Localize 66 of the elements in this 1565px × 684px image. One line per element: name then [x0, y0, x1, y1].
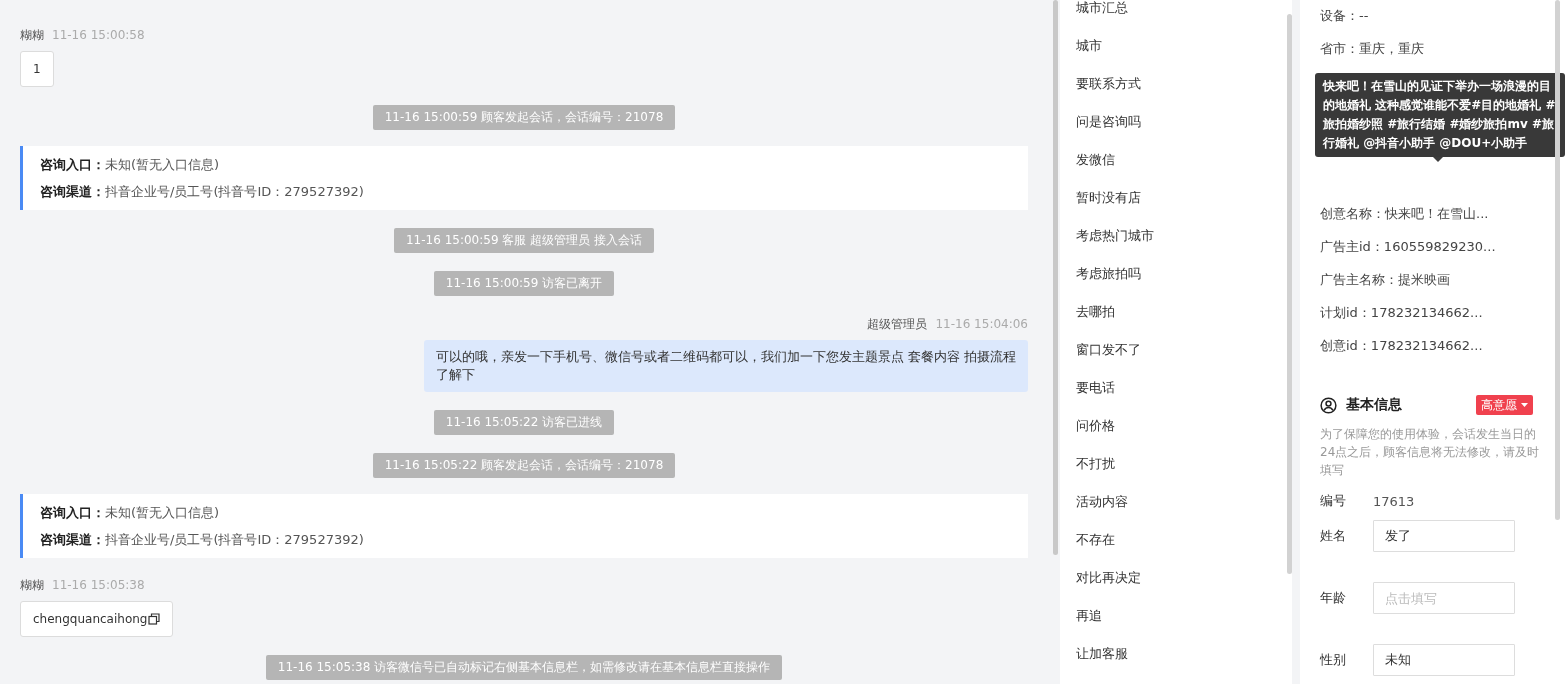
- quick-reply-item[interactable]: 城市汇总: [1060, 0, 1276, 27]
- message-time: 11-16 15:04:06: [935, 316, 1028, 332]
- message-time: 11-16 15:05:38: [52, 577, 145, 593]
- system-notice: 11-16 15:00:59 顾客发起会话，会话编号：21078: [372, 105, 676, 130]
- quick-reply-item[interactable]: 不存在: [1060, 521, 1276, 559]
- source-info-row-text: 广告主id：160559829230...: [1320, 238, 1497, 256]
- notice-text: 为了保障您的使用体验，会话发生当日的24点之后，顾客信息将无法修改，请及时填写: [1320, 426, 1541, 479]
- quick-reply-item[interactable]: 不打扰: [1060, 445, 1276, 483]
- field-label: 编号: [1320, 492, 1347, 510]
- info-value: 抖音企业号/员工号(抖音号ID：279527392): [105, 532, 364, 547]
- user-icon: [1320, 396, 1337, 414]
- quick-reply-item[interactable]: 问是咨询吗: [1060, 103, 1276, 141]
- quick-reply-item[interactable]: 窗口发不了: [1060, 331, 1276, 369]
- system-notice: 11-16 15:05:38 访客微信号已自动标记右侧基本信息栏，如需修改请在基本信息栏直接操作: [265, 655, 783, 680]
- input-field[interactable]: 点击填写: [1373, 582, 1515, 614]
- source-info-row-text: 广告主名称：提米映画: [1320, 271, 1451, 289]
- quick-reply-item[interactable]: 城市: [1060, 27, 1276, 65]
- system-notice: 11-16 15:00:59 访客已离开: [433, 271, 615, 296]
- source-info-row-text: 创意名称：快来吧！在雪山...: [1320, 205, 1490, 223]
- field-label: 年龄: [1320, 589, 1347, 607]
- quick-reply-item[interactable]: 考虑热门城市: [1060, 217, 1276, 255]
- quick-reply-item[interactable]: 要联系方式: [1060, 65, 1276, 103]
- quick-reply-item[interactable]: 发微信: [1060, 141, 1276, 179]
- system-notice: 11-16 15:00:59 客服 超级管理员 接入会话: [394, 228, 654, 253]
- info-label: 咨询入口：: [40, 157, 105, 172]
- info-value: 未知(暂无入口信息): [105, 505, 220, 520]
- quick-reply-item[interactable]: 考虑旅拍吗: [1060, 255, 1276, 293]
- creative-name-tooltip: 快来吧！在雪山的见证下举办一场浪漫的目的地婚礼 这种感觉谁能不爱#目的地婚礼 #旅拍婚纱照 #旅行结婚 #婚纱旅拍mv #旅行婚礼 @抖音小助手 @DOU+小助手: [1315, 73, 1565, 162]
- copy-icon[interactable]: [148, 613, 161, 625]
- sender-name: 糊糊: [20, 577, 44, 593]
- message-text: 1: [33, 61, 41, 78]
- quick-reply-item[interactable]: 问价格: [1060, 407, 1276, 445]
- source-info-row-text: 设备：--: [1320, 7, 1370, 25]
- quick-reply-item[interactable]: 去哪拍: [1060, 293, 1276, 331]
- scrollbar-thumb[interactable]: [1555, 0, 1560, 520]
- sender-name: 超级管理员: [867, 316, 928, 332]
- section-title: 基本信息: [1346, 396, 1402, 414]
- field-label: 姓名: [1320, 527, 1347, 545]
- source-info-row-text: 计划id：178232134662...: [1320, 304, 1484, 322]
- info-label: 咨询渠道：: [40, 532, 105, 547]
- quick-reply-item[interactable]: 暂时没有店: [1060, 179, 1276, 217]
- input-field[interactable]: 发了: [1373, 520, 1515, 552]
- field-value: 17613: [1373, 493, 1415, 509]
- field-label: 性别: [1320, 651, 1347, 669]
- source-info-row-text: 省市：重庆，重庆: [1320, 40, 1425, 58]
- system-notice: 11-16 15:05:22 顾客发起会话，会话编号：21078: [372, 453, 676, 478]
- quick-reply-item[interactable]: 活动内容: [1060, 483, 1276, 521]
- scrollbar-thumb[interactable]: [1053, 0, 1058, 555]
- info-value: 抖音企业号/员工号(抖音号ID：279527392): [105, 184, 364, 199]
- system-notice: 11-16 15:05:22 访客已进线: [433, 410, 615, 435]
- quick-reply-item[interactable]: 对比再决定: [1060, 559, 1276, 597]
- info-value: 未知(暂无入口信息): [105, 157, 220, 172]
- intent-dropdown[interactable]: 高意愿: [1476, 395, 1533, 415]
- message-text: chengquancaihong: [33, 611, 148, 628]
- input-field[interactable]: 未知: [1373, 644, 1515, 676]
- scrollbar-thumb[interactable]: [1287, 14, 1292, 574]
- message-time: 11-16 15:00:58: [52, 27, 145, 43]
- message-bubble: 可以的哦，亲发一下手机号、微信号或者二维码都可以，我们加一下您发主题景点 套餐内容 拍摄流程了解下: [424, 340, 1028, 392]
- sender-name: 糊糊: [20, 27, 44, 43]
- quick-reply-item[interactable]: 再追: [1060, 597, 1276, 635]
- quick-reply-item[interactable]: 要电话: [1060, 369, 1276, 407]
- info-label: 咨询入口：: [40, 505, 105, 520]
- info-label: 咨询渠道：: [40, 184, 105, 199]
- source-info-row-text: 创意id：178232134662...: [1320, 337, 1484, 355]
- quick-reply-item[interactable]: 让加客服: [1060, 635, 1276, 673]
- caret-icon: [1521, 403, 1528, 407]
